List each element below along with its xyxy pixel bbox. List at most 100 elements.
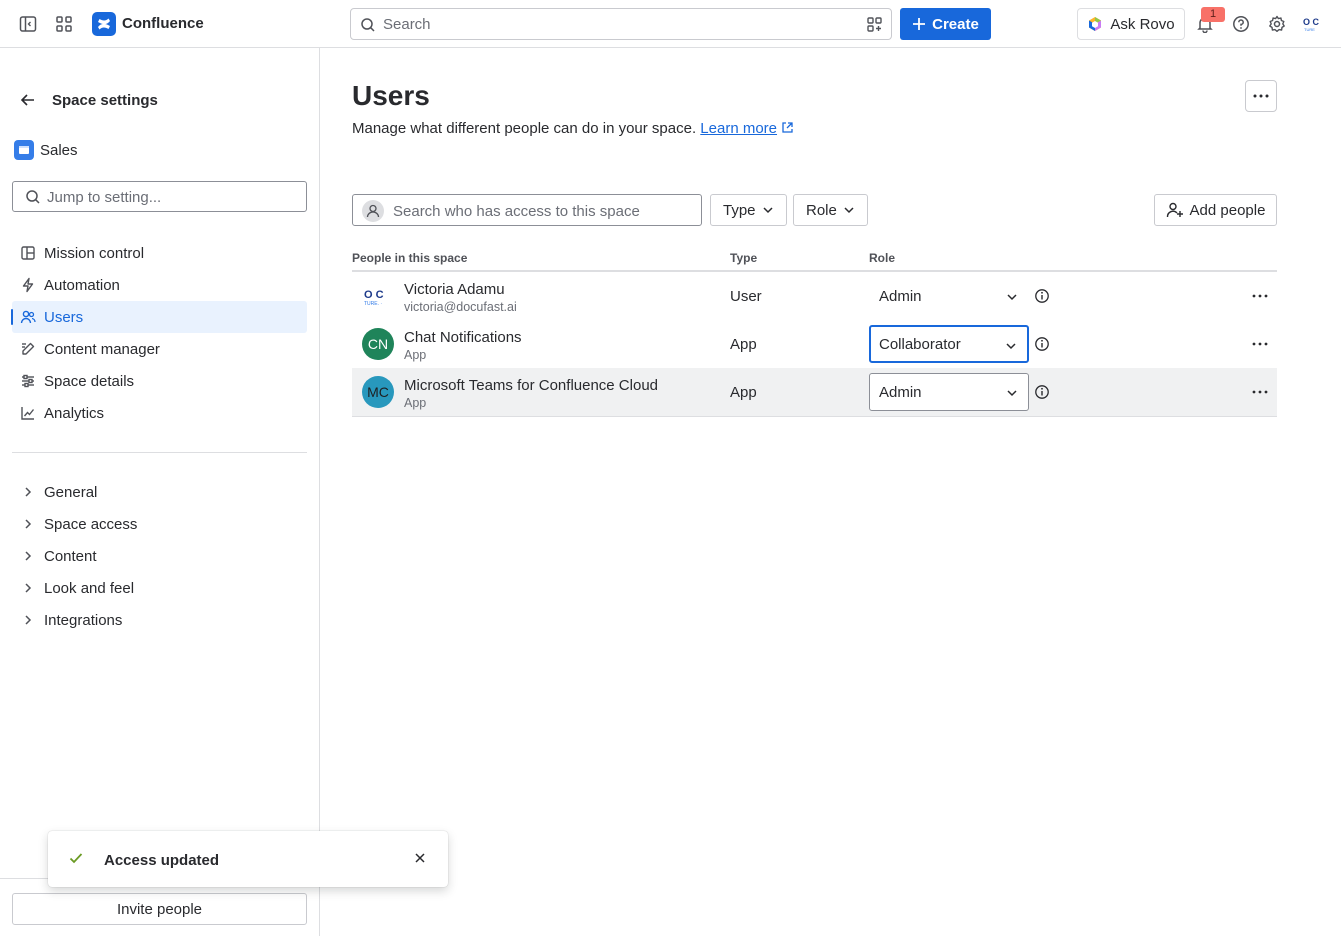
app-name[interactable]: Confluence [122,15,204,32]
rovo-icon [1089,17,1102,31]
edit-icon [12,341,44,357]
app-switcher-icon[interactable] [52,12,76,36]
chevron-right-icon [12,582,44,594]
profile-avatar[interactable]: O C TURE [1301,14,1325,34]
search-icon [361,18,375,32]
sidebar-group-integrations[interactable]: Integrations [12,604,307,636]
confluence-logo-icon[interactable] [92,12,116,36]
person-name: Microsoft Teams for Confluence Cloud [404,377,659,394]
sidebar-group-look-and-feel[interactable]: Look and feel [12,572,307,604]
role-value: Admin [879,383,922,401]
invite-people-button[interactable]: Invite people [12,893,307,925]
sidebar-item-analytics[interactable]: Analytics [12,397,307,429]
settings-gear-icon[interactable] [1265,12,1289,36]
app-avatar: CN [362,328,394,360]
sidebar-item-label: Analytics [44,404,105,422]
type-filter-dropdown[interactable]: Type [710,194,787,226]
person-name: Victoria Adamu [404,281,505,298]
help-icon[interactable] [1229,12,1253,36]
ask-rovo-label: Ask Rovo [1110,15,1175,33]
table-row: O C TURE. · Victoria Adamu victoria@docuf… [352,272,1277,320]
add-people-button[interactable]: Add people [1154,194,1277,226]
close-icon[interactable] [412,850,428,866]
table-row: MC Microsoft Teams for Confluence Cloud … [352,368,1277,416]
chevron-down-icon [1006,343,1016,350]
sidebar-divider [12,452,307,453]
sidebar-item-space-details[interactable]: Space details [12,365,307,397]
sidebar-item-label: Users [44,308,84,326]
sidebar-title: Space settings [52,92,158,109]
column-header-role[interactable]: Role [869,251,895,265]
plus-icon [913,18,926,30]
chevron-down-icon [1007,390,1017,397]
person-subtitle: App [404,396,427,410]
external-link-icon [782,122,793,133]
sidebar-item-mission-control[interactable]: Mission control [12,237,307,269]
learn-more-link[interactable]: Learn more [700,120,777,137]
space-settings-sidebar: Space settings Sales Jump to setting... … [0,48,320,936]
sidebar-toggle-icon[interactable] [16,12,40,36]
page-more-actions-button[interactable] [1245,80,1277,112]
chevron-right-icon [12,518,44,530]
column-header-people[interactable]: People in this space [352,251,467,265]
type-filter-label: Type [723,201,756,219]
more-horizontal-icon[interactable] [1250,384,1270,400]
create-button[interactable]: Create [900,8,991,40]
notification-badge: 1 [1201,7,1225,22]
global-search-input[interactable]: Search [350,8,892,40]
more-horizontal-icon[interactable] [1250,288,1270,304]
sidebar-group-general[interactable]: General [12,476,307,508]
sidebar-group-label: Space access [44,515,138,533]
role-select[interactable]: Admin [869,373,1029,411]
user-avatar: O C TURE. · [362,280,394,312]
back-arrow-icon[interactable] [18,90,38,110]
access-updated-toast: Access updated [48,831,448,887]
sidebar-item-content-manager[interactable]: Content manager [12,333,307,365]
info-icon[interactable] [1034,288,1050,304]
jump-placeholder: Jump to setting... [47,189,162,206]
people-search-input[interactable]: Search who has access to this space [352,194,702,226]
people-search-placeholder: Search who has access to this space [393,203,640,220]
svg-text:TURE. ·: TURE. · [364,301,382,307]
role-filter-label: Role [806,201,837,219]
chevron-down-icon [1007,294,1017,301]
role-filter-dropdown[interactable]: Role [793,194,868,226]
user-placeholder-icon [362,200,384,222]
sidebar-item-label: Automation [44,276,120,294]
sidebar-item-label: Space details [44,372,135,390]
person-name: Chat Notifications [404,329,522,346]
search-filters-icon[interactable] [866,16,883,33]
ask-rovo-button[interactable]: Ask Rovo [1077,8,1185,40]
chevron-down-icon [763,207,773,214]
role-select[interactable]: Admin [869,277,1029,315]
sidebar-group-space-access[interactable]: Space access [12,508,307,540]
sidebar-item-users[interactable]: Users [11,301,307,333]
info-icon[interactable] [1034,384,1050,400]
search-icon [26,190,40,204]
add-person-icon [1166,202,1183,218]
more-horizontal-icon[interactable] [1250,336,1270,352]
success-check-icon [69,853,83,864]
app-avatar: MC [362,376,394,408]
info-icon[interactable] [1034,336,1050,352]
chevron-right-icon [12,614,44,626]
sidebar-item-automation[interactable]: Automation [12,269,307,301]
sidebar-group-label: Integrations [44,611,123,629]
lightning-icon [12,277,44,293]
more-horizontal-icon [1253,94,1269,98]
role-value: Collaborator [879,335,961,353]
role-select[interactable]: Collaborator [869,325,1029,363]
space-name[interactable]: Sales [40,142,78,159]
column-header-type[interactable]: Type [730,251,757,265]
chart-icon [12,405,44,421]
person-type: User [730,288,762,305]
person-subtitle: App [404,348,427,362]
people-icon [12,309,44,325]
svg-text:O C: O C [364,289,384,301]
sidebar-item-label: Content manager [44,340,160,358]
jump-to-setting-input[interactable]: Jump to setting... [12,181,307,212]
layout-icon [12,245,44,261]
sidebar-group-content[interactable]: Content [12,540,307,572]
sidebar-group-label: Content [44,547,97,565]
chevron-down-icon [844,207,854,214]
